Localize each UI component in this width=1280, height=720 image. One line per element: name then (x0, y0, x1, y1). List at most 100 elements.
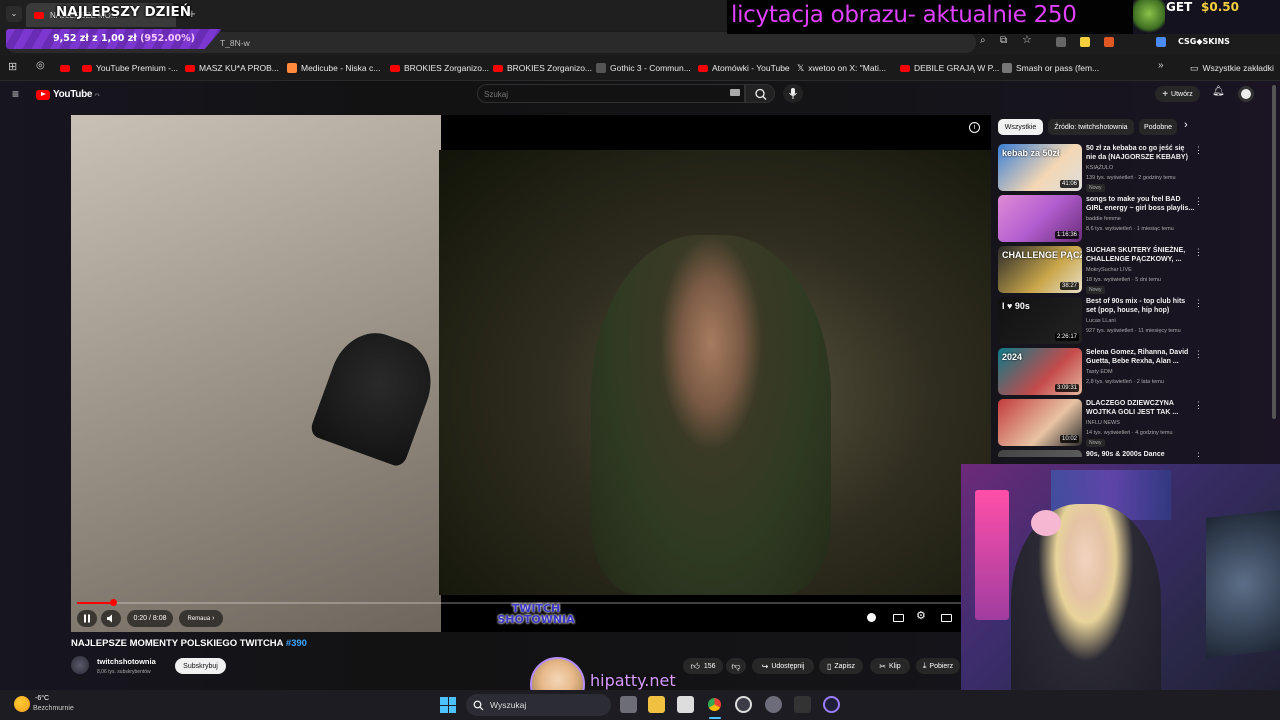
recommendation-channel[interactable]: baddie femme (1086, 216, 1121, 222)
zoom-icon[interactable]: ⌕ (980, 35, 986, 46)
bookmark-item[interactable]: DEBILE GRAJĄ W P... (900, 59, 999, 77)
recommendation-item[interactable]: I ♥ 90s 2:26:17 Best of 90s mix - top club… (998, 297, 1208, 347)
chips-next-chevron-icon[interactable]: › (1184, 119, 1188, 131)
taskbar-search[interactable]: Wyszukaj (466, 694, 611, 716)
recommendation-thumbnail[interactable]: I ♥ 90s 2:26:17 (998, 297, 1082, 344)
extension-icon[interactable] (1104, 37, 1114, 47)
volume-button[interactable] (101, 610, 121, 627)
create-button[interactable]: + Utwórz (1155, 86, 1200, 102)
bookmark-item[interactable]: Atomówki - YouTube (698, 59, 790, 77)
bookmark-item[interactable]: BROKIES Zorganizo... (493, 59, 592, 77)
bookmark-item[interactable]: BROKIES Zorganizo... (390, 59, 489, 77)
keyboard-icon[interactable] (730, 89, 740, 96)
download-button[interactable]: ⤓ Pobierz (916, 658, 960, 674)
app-circle-icon[interactable] (823, 696, 840, 713)
notifications-bell-icon[interactable]: 🔔︎ (1212, 86, 1225, 97)
recommendation-title[interactable]: Best of 90s mix - top club hits set (pop… (1086, 297, 1196, 315)
recommendation-channel[interactable]: KSIĄŻULO (1086, 165, 1113, 171)
recommendation-channel[interactable]: Lucas LLani (1086, 318, 1116, 324)
bookmark-item[interactable]: Medicube - Niska c... (287, 59, 380, 77)
more-options-icon[interactable]: ⋮ (1194, 299, 1203, 308)
subtitles-icon[interactable] (893, 614, 904, 622)
recommendation-title[interactable]: 50 zł za kebaba co go jeść się nie da (N… (1086, 144, 1196, 162)
recommendation-item[interactable]: kebab za 50zł 41:06 50 zł za kebaba co go … (998, 144, 1208, 194)
chapter-button[interactable]: Remaua › (179, 610, 223, 627)
settings-gear-icon[interactable] (765, 696, 782, 713)
recommendation-item[interactable]: 2024 3:09:31 Selena Gomez, Rihanna, David … (998, 348, 1208, 398)
recommendation-thumbnail[interactable]: CHALLENGE PĄCZK 38:27 (998, 246, 1082, 293)
settings-gear-icon[interactable]: ⚙ (916, 609, 926, 622)
recommendation-thumbnail[interactable] (998, 450, 1082, 457)
all-bookmarks-folder[interactable]: ▭ Wszystkie zakładki (1190, 59, 1274, 77)
more-bookmarks-chevron-icon[interactable]: » (1158, 60, 1164, 71)
bookmark-item[interactable]: MASZ KU*A PROB... (185, 59, 279, 77)
recommendation-item[interactable]: 1:16:36 songs to make you feel BAD GIRL e… (998, 195, 1208, 245)
play-pause-button[interactable] (77, 610, 97, 627)
more-options-icon[interactable]: ⋮ (1194, 401, 1203, 410)
scrubber-handle[interactable] (109, 599, 117, 606)
more-options-icon[interactable]: ⋮ (1194, 248, 1203, 257)
miniplayer-icon[interactable] (941, 614, 952, 622)
progress-bar[interactable] (77, 599, 985, 606)
recommendation-thumbnail[interactable]: 2024 3:09:31 (998, 348, 1082, 395)
channel-name[interactable]: twitchshotownia (97, 657, 156, 666)
more-options-icon[interactable]: ⋮ (1194, 452, 1203, 458)
recommendation-title[interactable]: DLACZEGO DZIEWCZYNA WOJTKA GOLI JEST TAK… (1086, 399, 1196, 417)
bookmark-folder-icon[interactable]: ◎ (36, 60, 45, 71)
recommendation-thumbnail[interactable]: 1:16:36 (998, 195, 1082, 242)
recommendation-title[interactable]: 90s, 90s & 2000s Dance (1086, 450, 1196, 457)
clip-button[interactable]: ✂ Klip (870, 658, 910, 674)
chip-all[interactable]: Wszystkie (998, 119, 1043, 135)
channel-avatar[interactable] (71, 656, 89, 674)
extension-icon[interactable] (1056, 37, 1066, 47)
video-player[interactable]: i TWITCH SHOTOWNIA 0:20 / 8:08 Remaua › … (71, 115, 991, 632)
install-icon[interactable]: ⧉ (1000, 35, 1007, 46)
weather-temperature[interactable]: -6°C (35, 695, 49, 702)
chip-related[interactable]: Podobne (1139, 119, 1177, 135)
menu-icon[interactable]: ≡ (12, 87, 19, 101)
recommendation-channel[interactable]: MokrySuchar LIVE (1086, 267, 1132, 273)
bookmark-item[interactable]: 𝕏xwetoo on X: "Mati... (797, 59, 886, 77)
store-icon[interactable] (677, 696, 694, 713)
recommendation-title[interactable]: songs to make you feel BAD GIRL energy ~… (1086, 195, 1196, 213)
page-scrollbar[interactable] (1272, 85, 1276, 419)
recommendation-title[interactable]: SUCHAR SKUTERY ŚNIEŻNE, CHALLENGE PĄCZKO… (1086, 246, 1196, 264)
obs-icon[interactable] (735, 696, 752, 713)
search-button[interactable] (745, 84, 775, 103)
recommendation-item[interactable]: 10:02 DLACZEGO DZIEWCZYNA WOJTKA GOLI JES… (998, 399, 1208, 449)
bookmark-item[interactable]: YouTube Premium -... (82, 59, 178, 77)
share-button[interactable]: ↪ Udostępnij (752, 658, 814, 674)
more-options-icon[interactable]: ⋮ (1194, 146, 1203, 155)
extension-icon[interactable] (1156, 37, 1166, 47)
bookmark-item[interactable] (60, 59, 70, 77)
bookmark-item[interactable]: Smash or pass (fem... (1002, 59, 1099, 77)
chip-source[interactable]: Źródło: twitchshotownia (1048, 119, 1134, 135)
extension-icon[interactable] (1080, 37, 1090, 47)
recommendation-thumbnail[interactable]: 10:02 (998, 399, 1082, 446)
search-input[interactable] (484, 88, 714, 100)
start-button[interactable] (440, 697, 456, 713)
file-explorer-icon[interactable] (648, 696, 665, 713)
video-hashtag[interactable]: #390 (286, 638, 307, 649)
voice-search-button[interactable] (783, 84, 803, 103)
subscribe-button[interactable]: Subskrybuj (175, 658, 226, 674)
apps-grid-icon[interactable]: ⊞ (8, 60, 17, 73)
recommendation-title[interactable]: Selena Gomez, Rihanna, David Guetta, Beb… (1086, 348, 1196, 366)
bookmark-star-icon[interactable]: ☆ (1022, 33, 1032, 46)
recommendation-item[interactable]: 90s, 90s & 2000s Dance ⋮ (998, 450, 1208, 457)
chrome-icon[interactable] (706, 696, 723, 713)
recommendation-channel[interactable]: Tasty EDM (1086, 369, 1113, 375)
task-view-icon[interactable] (620, 696, 637, 713)
search-box[interactable] (477, 84, 745, 103)
weather-condition[interactable]: Bezchmurnie (33, 705, 74, 712)
more-options-icon[interactable]: ⋮ (1194, 197, 1203, 206)
bookmark-item[interactable]: Gothic 3 - Commun... (596, 59, 691, 77)
recommendation-item[interactable]: CHALLENGE PĄCZK 38:27 SUCHAR SKUTERY ŚNIEŻ… (998, 246, 1208, 296)
account-avatar[interactable] (1238, 86, 1254, 102)
recommendation-thumbnail[interactable]: kebab za 50zł 41:06 (998, 144, 1082, 191)
dislike-button[interactable]: 👎︎ (726, 658, 746, 674)
save-button[interactable]: ▯ Zapisz (819, 658, 863, 674)
terminal-icon[interactable] (794, 696, 811, 713)
autoplay-toggle-icon[interactable] (867, 613, 876, 622)
recommendation-channel[interactable]: INFLU NEWS (1086, 420, 1120, 426)
